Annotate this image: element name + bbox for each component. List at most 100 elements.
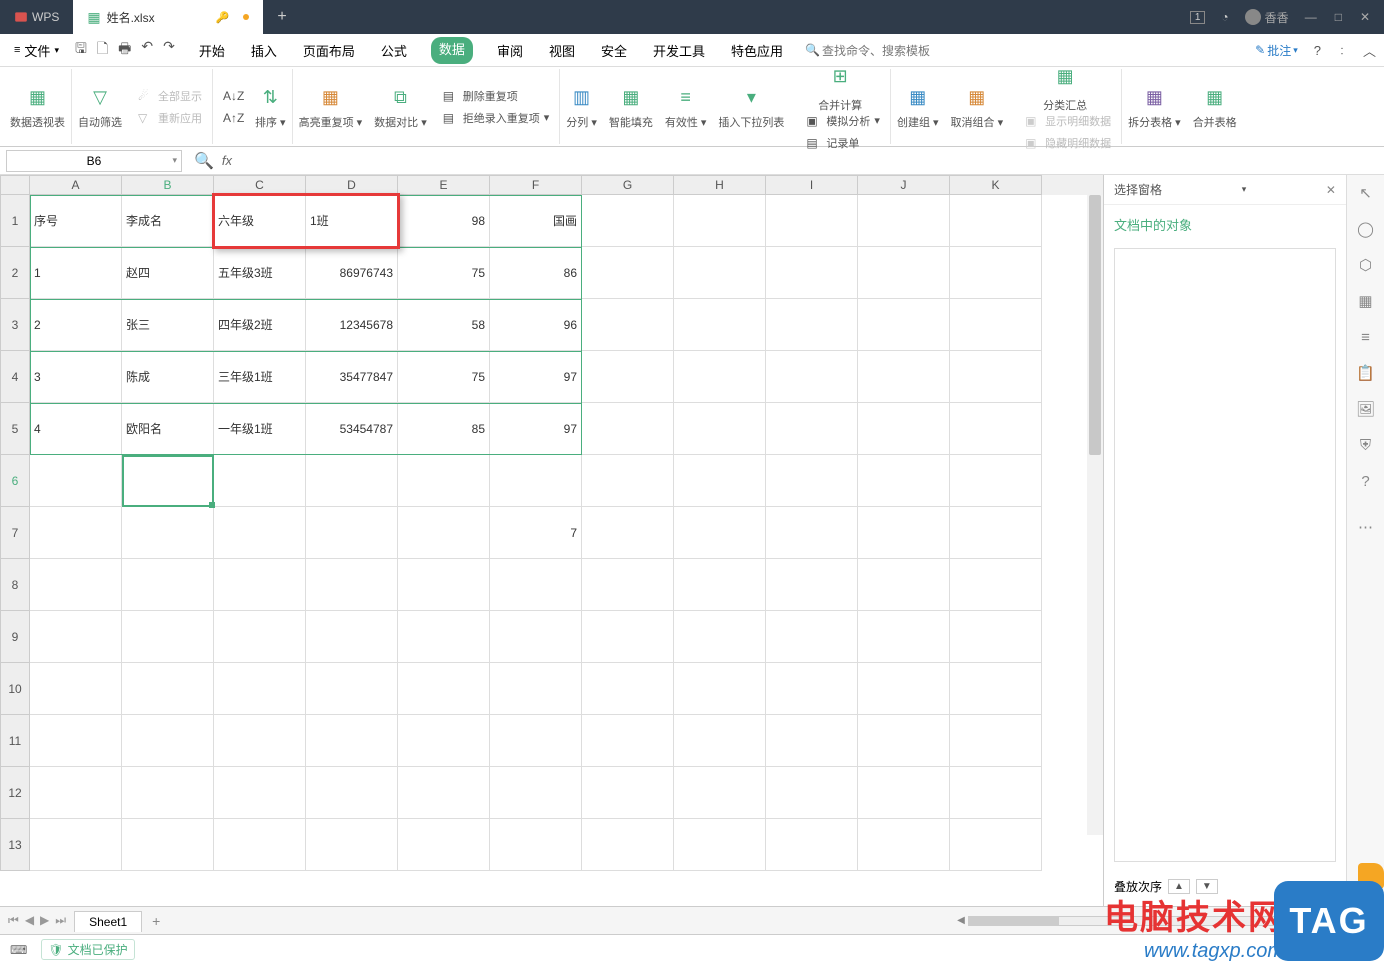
row-header-2[interactable]: 2 (0, 247, 30, 299)
cell-B7[interactable] (122, 507, 214, 559)
cell-E4[interactable]: 75 (398, 351, 490, 403)
document-protected[interactable]: 🛡文档已保护 (41, 939, 134, 960)
cell-C7[interactable] (214, 507, 306, 559)
pane-close-button[interactable]: ✕ (1326, 183, 1336, 197)
cell-E1[interactable]: 98 (398, 195, 490, 247)
ribbon-merge-table[interactable]: ▦ 合并表格 (1187, 69, 1243, 144)
help-icon[interactable]: ? (1356, 471, 1376, 491)
tab-review[interactable]: 审阅 (495, 37, 525, 64)
tab-security[interactable]: 安全 (599, 37, 629, 64)
ribbon-sort[interactable]: ⇅ 排序 ▾ (249, 69, 293, 144)
remove-dup[interactable]: ▤删除重复项 (443, 88, 550, 104)
cell-F6[interactable] (490, 455, 582, 507)
ribbon-autofilter[interactable]: ▽ 自动筛选 (72, 69, 128, 144)
col-header-A[interactable]: A (30, 175, 122, 195)
cell-A1[interactable]: 序号 (30, 195, 122, 247)
tab-insert[interactable]: 插入 (249, 37, 279, 64)
cell-D7[interactable] (306, 507, 398, 559)
cell-C1[interactable]: 六年级 (214, 195, 306, 247)
select-tool-icon[interactable]: ↖ (1356, 183, 1376, 203)
col-header-B[interactable]: B (122, 175, 214, 195)
ribbon-text-to-col[interactable]: ▥ 分列 ▾ (560, 69, 603, 144)
cell-H4[interactable] (674, 351, 766, 403)
badge-icon[interactable]: 1 (1190, 11, 1206, 24)
wps-logo[interactable]: WPS (0, 0, 73, 34)
tab-data[interactable]: 数据 (431, 37, 473, 64)
reapply[interactable]: ▽重新应用 (138, 110, 202, 126)
cell-K5[interactable] (950, 403, 1042, 455)
ribbon-group-create[interactable]: ▦ 创建组 ▾ (891, 69, 945, 144)
ribbon-data-compare[interactable]: ⧉ 数据对比 ▾ (368, 69, 433, 144)
ribbon-ungroup[interactable]: ▦ 取消组合 ▾ (945, 69, 1010, 144)
shape-tool-icon[interactable]: ◯ (1356, 219, 1376, 239)
cell-B2[interactable]: 赵四 (122, 247, 214, 299)
col-header-G[interactable]: G (582, 175, 674, 195)
ribbon-highlight-dup[interactable]: ▦ 高亮重复项 ▾ (293, 69, 369, 144)
tab-start[interactable]: 开始 (197, 37, 227, 64)
redo-icon[interactable]: ↷ (163, 38, 175, 62)
sort-za[interactable]: A↑Z (223, 110, 239, 126)
cell-G3[interactable] (582, 299, 674, 351)
add-sheet-button[interactable]: + (142, 913, 170, 929)
help-button[interactable]: ? (1314, 43, 1321, 58)
name-box[interactable]: B6 (6, 150, 182, 172)
cell-F2[interactable]: 86 (490, 247, 582, 299)
cell-H5[interactable] (674, 403, 766, 455)
backup-icon[interactable]: ⛨ (1356, 435, 1376, 455)
skin-icon[interactable]: ◔ (1221, 10, 1228, 24)
row-header-1[interactable]: 1 (0, 195, 30, 247)
cell-F1[interactable]: 国画 (490, 195, 582, 247)
cell-A5[interactable]: 4 (30, 403, 122, 455)
row-header-5[interactable]: 5 (0, 403, 30, 455)
cell-F3[interactable]: 96 (490, 299, 582, 351)
cell-J4[interactable] (858, 351, 950, 403)
search-command[interactable]: 🔍 查找命令、搜索模板 (805, 42, 930, 59)
fx-label[interactable]: fx (222, 153, 232, 168)
minimize-button[interactable]: — (1305, 10, 1317, 24)
ribbon-pivot[interactable]: ▦ 数据透视表 (4, 69, 72, 144)
save-icon[interactable]: 🖫 (75, 38, 87, 62)
tab-developer[interactable]: 开发工具 (651, 37, 707, 64)
cell-C4[interactable]: 三年级1班 (214, 351, 306, 403)
cell-J2[interactable] (858, 247, 950, 299)
formula-input[interactable] (240, 150, 1384, 172)
cell-A6[interactable] (30, 455, 122, 507)
cell-I1[interactable] (766, 195, 858, 247)
close-button[interactable]: ✕ (1360, 10, 1370, 24)
vertical-scrollbar[interactable] (1087, 195, 1103, 835)
cell-K6[interactable] (950, 455, 1042, 507)
reject-dup[interactable]: ▤拒绝录入重复项 ▾ (443, 110, 550, 126)
cell-H1[interactable] (674, 195, 766, 247)
cell-B6[interactable] (122, 455, 214, 507)
sheet-first-icon[interactable]: ⏮ (8, 913, 19, 928)
cell-E3[interactable]: 58 (398, 299, 490, 351)
cell-H3[interactable] (674, 299, 766, 351)
row-header-10[interactable]: 10 (0, 663, 30, 715)
spreadsheet-area[interactable]: A B C D E F G H I J K 1 序号 李成名 六年级 1班 98… (0, 175, 1103, 906)
cell-F4[interactable]: 97 (490, 351, 582, 403)
cell-C2[interactable]: 五年级3班 (214, 247, 306, 299)
undo-icon[interactable]: ↶ (141, 38, 153, 62)
cell-I3[interactable] (766, 299, 858, 351)
cell-D1[interactable]: 1班 (306, 195, 398, 247)
cell-B3[interactable]: 张三 (122, 299, 214, 351)
row-header-4[interactable]: 4 (0, 351, 30, 403)
row-header-6[interactable]: 6 (0, 455, 30, 507)
row-header-8[interactable]: 8 (0, 559, 30, 611)
cell-C6[interactable] (214, 455, 306, 507)
cell-I7[interactable] (766, 507, 858, 559)
cell-D4[interactable]: 35477847 (306, 351, 398, 403)
hscroll-thumb[interactable] (969, 917, 1059, 925)
cell-E6[interactable] (398, 455, 490, 507)
comment-button[interactable]: ✎ 批注 ▾ (1255, 42, 1298, 59)
sheet-last-icon[interactable]: ⏭ (55, 913, 66, 928)
cell-G6[interactable] (582, 455, 674, 507)
table-tool-icon[interactable]: ▦ (1356, 291, 1376, 311)
cell-D2[interactable]: 86976743 (306, 247, 398, 299)
cell-H2[interactable] (674, 247, 766, 299)
cell-C3[interactable]: 四年级2班 (214, 299, 306, 351)
hscroll-left-icon[interactable]: ◀ (954, 915, 968, 926)
document-tab[interactable]: ▦ 姓名.xlsx 🔑 (73, 0, 263, 34)
col-header-J[interactable]: J (858, 175, 950, 195)
subtotal[interactable]: 分类汇总 (1043, 97, 1087, 113)
